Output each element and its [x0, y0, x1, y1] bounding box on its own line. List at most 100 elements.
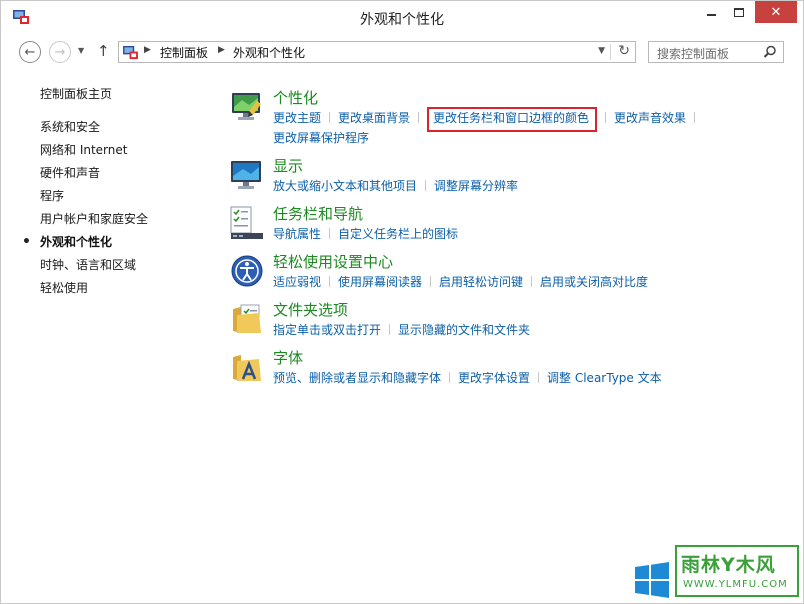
forward-button[interactable]: →: [49, 41, 71, 63]
category-links: 放大或缩小文本和其他项目 调整屏幕分辨率: [273, 177, 733, 196]
control-panel-home-link[interactable]: 控制面板主页: [40, 85, 210, 103]
link-separator: [430, 276, 432, 287]
link-navigation-properties[interactable]: 导航属性: [273, 227, 321, 241]
category-links: 预览、删除或者显示和隐藏字体 更改字体设置 调整 ClearType 文本: [273, 369, 733, 388]
breadcrumb-control-panel[interactable]: 控制面板: [160, 44, 208, 61]
navigation-bar: ← → ▼ ↑ ▶ 控制面板 ▶ 外观和个性化 ▼ ↻ 搜索控制面板: [1, 35, 803, 67]
link-separator: [449, 372, 451, 383]
link-separator: [418, 112, 420, 123]
sidebar-item-ease-of-access[interactable]: 轻松使用: [40, 279, 210, 302]
breadcrumb-separator-icon: ▶: [218, 45, 225, 55]
sidebar-item-system-security[interactable]: 系统和安全: [40, 118, 210, 141]
address-dropdown-icon[interactable]: ▼: [598, 46, 605, 56]
category-links: 适应弱视 使用屏幕阅读器 启用轻松访问键 启用或关闭高对比度: [273, 273, 733, 292]
link-adjust-cleartype[interactable]: 调整 ClearType 文本: [547, 371, 662, 385]
folder-options-icon: [233, 304, 261, 333]
taskbar-icon: [230, 206, 263, 239]
link-separator: [329, 112, 331, 123]
display-icon: [231, 161, 261, 189]
link-separator: [538, 372, 540, 383]
ease-of-access-icon: [231, 255, 263, 287]
category-links: 更改主题 更改桌面背景 更改任务栏和窗口边框的颜色 更改声音效果 更改屏幕保护程序: [273, 107, 733, 148]
link-change-taskbar-window-color[interactable]: 更改任务栏和窗口边框的颜色: [427, 107, 598, 132]
search-box[interactable]: 搜索控制面板: [648, 41, 784, 63]
up-arrow-icon: ↑: [97, 42, 110, 60]
close-icon: ✕: [770, 4, 782, 20]
link-separator: [329, 228, 331, 239]
breadcrumb-appearance[interactable]: 外观和个性化: [233, 44, 305, 61]
category-title[interactable]: 显示: [273, 155, 303, 177]
link-separator: [694, 112, 696, 123]
link-adjust-resolution[interactable]: 调整屏幕分辨率: [434, 179, 518, 193]
maximize-icon: [734, 7, 744, 17]
category-list: 系统和安全 网络和 Internet 硬件和声音 程序 用户帐户和家庭安全 • …: [22, 118, 210, 302]
link-use-screen-reader[interactable]: 使用屏幕阅读器: [338, 275, 422, 289]
category-fonts: 字体 预览、删除或者显示和隐藏字体 更改字体设置 调整 ClearType 文本: [229, 347, 749, 395]
recent-locations-dropdown[interactable]: ▼: [78, 46, 84, 55]
category-links: 指定单击或双击打开 显示隐藏的文件和文件夹: [273, 321, 733, 340]
watermark-badge: 雨林Y木风 WWW.YLMFU.COM: [675, 545, 799, 597]
back-button[interactable]: ←: [19, 41, 41, 63]
search-placeholder: 搜索控制面板: [657, 47, 730, 61]
left-navigation: 控制面板主页 系统和安全 网络和 Internet 硬件和声音 程序 用户帐户和…: [22, 85, 210, 302]
category-personalization: 个性化 更改主题 更改桌面背景 更改任务栏和窗口边框的颜色 更改声音效果 更改屏幕保护…: [229, 87, 749, 155]
link-turn-on-easy-access-keys[interactable]: 启用轻松访问键: [439, 275, 523, 289]
maximize-button[interactable]: [725, 1, 753, 23]
window-title: 外观和个性化: [360, 12, 444, 28]
category-folder-options: 文件夹选项 指定单击或双击打开 显示隐藏的文件和文件夹: [229, 299, 749, 347]
control-panel-location-icon: [123, 46, 138, 59]
link-separator: [389, 324, 391, 335]
link-high-contrast[interactable]: 启用或关闭高对比度: [540, 275, 648, 289]
link-optimize-for-blindness[interactable]: 适应弱视: [273, 275, 321, 289]
sidebar-item-programs[interactable]: 程序: [40, 187, 210, 210]
up-button[interactable]: ↑: [97, 42, 110, 60]
link-separator: [531, 276, 533, 287]
category-panel: 个性化 更改主题 更改桌面背景 更改任务栏和窗口边框的颜色 更改声音效果 更改屏幕保护…: [229, 87, 749, 395]
link-change-desktop-background[interactable]: 更改桌面背景: [338, 111, 410, 125]
category-links: 导航属性 自定义任务栏上的图标: [273, 225, 733, 244]
back-arrow-icon: ←: [24, 44, 36, 60]
link-change-theme[interactable]: 更改主题: [273, 111, 321, 125]
link-separator: [425, 180, 427, 191]
chevron-down-icon: ▼: [78, 46, 85, 55]
link-customize-taskbar-icons[interactable]: 自定义任务栏上的图标: [338, 227, 458, 241]
breadcrumb-separator-icon: ▶: [144, 45, 151, 55]
sidebar-item-appearance[interactable]: • 外观和个性化: [22, 233, 210, 256]
watermark: 雨林Y木风 WWW.YLMFU.COM: [633, 541, 803, 603]
sidebar-item-user-accounts[interactable]: 用户帐户和家庭安全: [40, 210, 210, 233]
address-divider: [610, 44, 611, 60]
link-single-or-double-click[interactable]: 指定单击或双击打开: [273, 323, 381, 337]
sidebar-item-network-internet[interactable]: 网络和 Internet: [40, 141, 210, 164]
link-show-hidden-files[interactable]: 显示隐藏的文件和文件夹: [398, 323, 530, 337]
refresh-icon[interactable]: ↻: [618, 43, 630, 59]
personalization-icon: [232, 93, 261, 120]
forward-arrow-icon: →: [54, 44, 66, 60]
link-change-screen-saver[interactable]: 更改屏幕保护程序: [273, 131, 369, 145]
category-title[interactable]: 文件夹选项: [273, 299, 348, 321]
search-icon[interactable]: [763, 45, 777, 59]
link-change-sound-effects[interactable]: 更改声音效果: [614, 111, 686, 125]
watermark-url: WWW.YLMFU.COM: [683, 579, 788, 590]
link-make-text-larger-smaller[interactable]: 放大或缩小文本和其他项目: [273, 179, 417, 193]
active-bullet-icon: •: [22, 234, 31, 250]
category-title[interactable]: 字体: [273, 347, 303, 369]
minimize-button[interactable]: [697, 1, 725, 23]
sidebar-item-clock-language[interactable]: 时钟、语言和区域: [40, 256, 210, 279]
sidebar-item-label: 外观和个性化: [40, 235, 113, 249]
category-title[interactable]: 轻松使用设置中心: [273, 251, 393, 273]
sidebar-item-hardware-sound[interactable]: 硬件和声音: [40, 164, 210, 187]
windows-logo-icon: [635, 562, 669, 598]
category-taskbar-navigation: 任务栏和导航 导航属性 自定义任务栏上的图标: [229, 203, 749, 251]
category-ease-of-access: 轻松使用设置中心 适应弱视 使用屏幕阅读器 启用轻松访问键 启用或关闭高对比度: [229, 251, 749, 299]
minimize-icon: [706, 14, 716, 16]
close-button[interactable]: ✕: [755, 1, 797, 23]
link-separator: [605, 112, 607, 123]
link-change-font-settings[interactable]: 更改字体设置: [458, 371, 530, 385]
category-title[interactable]: 个性化: [273, 87, 318, 109]
category-display: 显示 放大或缩小文本和其他项目 调整屏幕分辨率: [229, 155, 749, 203]
fonts-icon: [233, 355, 261, 381]
address-bar[interactable]: ▶ 控制面板 ▶ 外观和个性化 ▼ ↻: [118, 41, 636, 63]
category-title[interactable]: 任务栏和导航: [273, 203, 363, 225]
link-preview-delete-fonts[interactable]: 预览、删除或者显示和隐藏字体: [273, 371, 441, 385]
link-separator: [329, 276, 331, 287]
